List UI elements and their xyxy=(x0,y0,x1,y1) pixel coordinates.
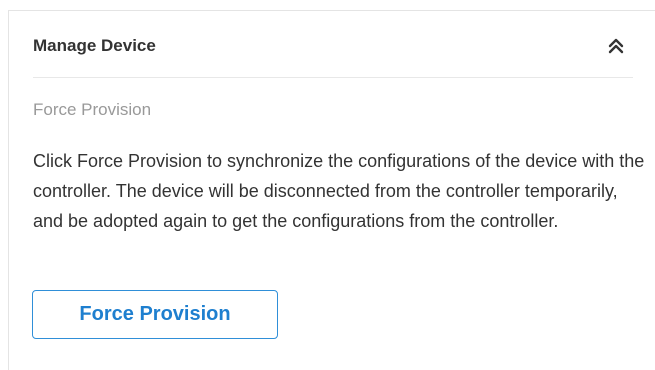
collapse-button[interactable] xyxy=(605,35,627,57)
double-chevron-up-icon xyxy=(605,35,627,57)
force-provision-description: Click Force Provision to synchronize the… xyxy=(33,151,645,231)
panel-title: Manage Device xyxy=(33,36,156,55)
section-label-force-provision: Force Provision xyxy=(33,100,152,119)
force-provision-button[interactable]: Force Provision xyxy=(32,290,278,339)
manage-device-panel: Manage Device Force Provision Click Forc… xyxy=(8,10,655,370)
panel-header: Manage Device xyxy=(33,11,633,78)
